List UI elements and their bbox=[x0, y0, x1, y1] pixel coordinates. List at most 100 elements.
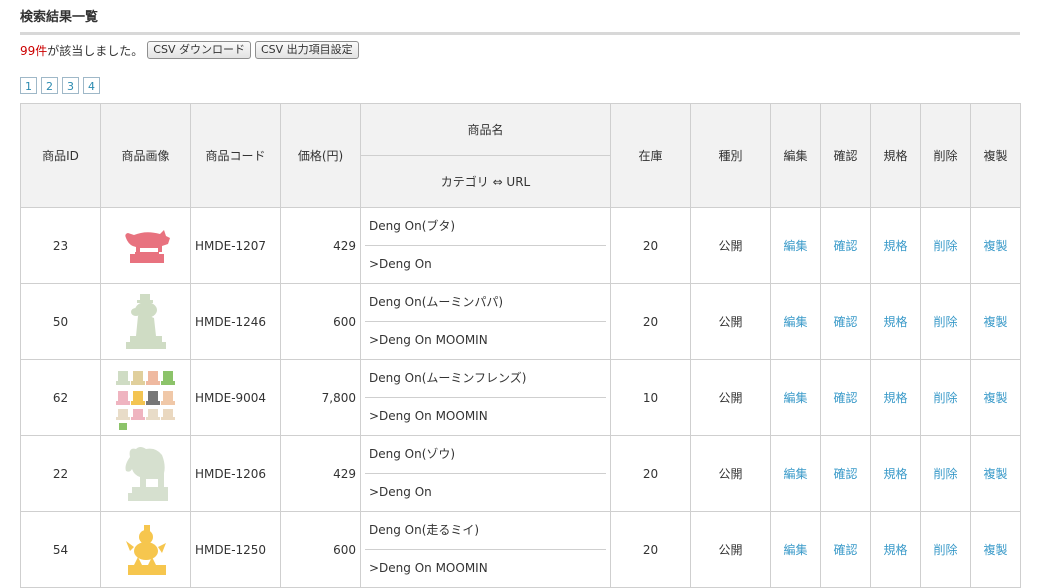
product-code: HMDE-1250 bbox=[190, 511, 281, 588]
product-code: HMDE-1206 bbox=[190, 435, 281, 512]
confirm-link[interactable]: 確認 bbox=[833, 391, 857, 405]
copy-link[interactable]: 複製 bbox=[983, 315, 1007, 329]
confirm-link[interactable]: 確認 bbox=[833, 239, 857, 253]
delete-link[interactable]: 削除 bbox=[933, 315, 957, 329]
copy-link[interactable]: 複製 bbox=[983, 467, 1007, 481]
delete-link[interactable]: 削除 bbox=[933, 543, 957, 557]
edit-link[interactable]: 編集 bbox=[783, 239, 807, 253]
edit-link[interactable]: 編集 bbox=[783, 467, 807, 481]
product-id: 62 bbox=[20, 359, 101, 436]
product-code: HMDE-1246 bbox=[190, 283, 281, 360]
product-image[interactable] bbox=[100, 435, 191, 512]
spec-link[interactable]: 規格 bbox=[883, 543, 907, 557]
col-header-spec: 規格 bbox=[870, 103, 921, 208]
col-header-copy: 複製 bbox=[970, 103, 1021, 208]
col-header-code: 商品コード bbox=[190, 103, 281, 208]
product-image[interactable] bbox=[100, 283, 191, 360]
product-stock: 20 bbox=[610, 283, 691, 360]
product-price: 429 bbox=[280, 435, 361, 512]
product-image[interactable] bbox=[100, 511, 191, 588]
product-id: 23 bbox=[20, 207, 101, 284]
csv-settings-button[interactable]: CSV 出力項目設定 bbox=[254, 41, 359, 59]
delete-link[interactable]: 削除 bbox=[933, 239, 957, 253]
product-name: Deng On(ゾウ) bbox=[365, 436, 606, 474]
col-header-type: 種別 bbox=[690, 103, 771, 208]
product-stock: 10 bbox=[610, 359, 691, 436]
csv-download-button[interactable]: CSV ダウンロード bbox=[147, 41, 251, 59]
table-row: 62 HMDE-9004 7,800 Deng On(ムーミンフレンズ) >De… bbox=[20, 359, 1021, 436]
product-stock: 20 bbox=[610, 435, 691, 512]
product-name: Deng On(走るミイ) bbox=[365, 512, 606, 550]
product-id: 54 bbox=[20, 511, 101, 588]
product-type: 公開 bbox=[690, 283, 771, 360]
result-count: 99件 bbox=[20, 43, 48, 58]
spec-link[interactable]: 規格 bbox=[883, 467, 907, 481]
col-header-price: 価格(円) bbox=[280, 103, 361, 208]
product-price: 7,800 bbox=[280, 359, 361, 436]
table-row: 23 HMDE-1207 429 Deng On(ブタ) >Deng On 20… bbox=[20, 207, 1021, 284]
delete-link[interactable]: 削除 bbox=[933, 467, 957, 481]
confirm-link[interactable]: 確認 bbox=[833, 543, 857, 557]
product-id: 50 bbox=[20, 283, 101, 360]
moominpapa-figure-icon bbox=[125, 293, 166, 349]
pagination: 1 2 3 4 bbox=[20, 77, 104, 94]
edit-link[interactable]: 編集 bbox=[783, 543, 807, 557]
edit-link[interactable]: 編集 bbox=[783, 315, 807, 329]
col-header-delete: 削除 bbox=[920, 103, 971, 208]
product-name: Deng On(ムーミンパパ) bbox=[365, 284, 606, 322]
product-name-cell: Deng On(ムーミンフレンズ) >Deng On MOOMIN bbox=[360, 359, 611, 436]
moomin-friends-set-icon bbox=[115, 370, 175, 430]
product-image[interactable] bbox=[100, 207, 191, 284]
page-link-1[interactable]: 1 bbox=[20, 77, 37, 94]
spec-link[interactable]: 規格 bbox=[883, 239, 907, 253]
product-stock: 20 bbox=[610, 511, 691, 588]
edit-link[interactable]: 編集 bbox=[783, 391, 807, 405]
product-name-cell: Deng On(走るミイ) >Deng On MOOMIN bbox=[360, 511, 611, 588]
product-name-cell: Deng On(ブタ) >Deng On bbox=[360, 207, 611, 284]
product-image[interactable] bbox=[100, 359, 191, 436]
result-suffix: が該当しました。 bbox=[47, 43, 144, 58]
product-name: Deng On(ムーミンフレンズ) bbox=[365, 360, 606, 398]
product-category: >Deng On MOOMIN bbox=[369, 333, 488, 347]
page-link-3[interactable]: 3 bbox=[62, 77, 79, 94]
page-link-4[interactable]: 4 bbox=[83, 77, 100, 94]
delete-link[interactable]: 削除 bbox=[933, 391, 957, 405]
product-type: 公開 bbox=[690, 359, 771, 436]
product-type: 公開 bbox=[690, 511, 771, 588]
product-name: Deng On(ブタ) bbox=[365, 208, 606, 246]
page-title: 検索結果一覧 bbox=[20, 6, 1020, 35]
confirm-link[interactable]: 確認 bbox=[833, 315, 857, 329]
elephant-figure-icon bbox=[125, 446, 168, 501]
page-link-2[interactable]: 2 bbox=[41, 77, 58, 94]
product-code: HMDE-9004 bbox=[190, 359, 281, 436]
table-row: 50 HMDE-1246 600 Deng On(ムーミンパパ) >Deng O… bbox=[20, 283, 1021, 360]
product-price: 600 bbox=[280, 511, 361, 588]
product-category: >Deng On MOOMIN bbox=[369, 561, 488, 575]
copy-link[interactable]: 複製 bbox=[983, 239, 1007, 253]
table-row: 22 HMDE-1206 429 Deng On(ゾウ) >Deng On 20… bbox=[20, 435, 1021, 512]
col-header-confirm: 確認 bbox=[820, 103, 871, 208]
product-name-cell: Deng On(ムーミンパパ) >Deng On MOOMIN bbox=[360, 283, 611, 360]
product-category: >Deng On MOOMIN bbox=[369, 409, 488, 423]
product-code: HMDE-1207 bbox=[190, 207, 281, 284]
col-header-edit: 編集 bbox=[770, 103, 821, 208]
copy-link[interactable]: 複製 bbox=[983, 543, 1007, 557]
product-category: >Deng On bbox=[369, 485, 432, 499]
pig-figure-icon bbox=[124, 229, 170, 263]
product-price: 429 bbox=[280, 207, 361, 284]
copy-link[interactable]: 複製 bbox=[983, 391, 1007, 405]
product-stock: 20 bbox=[610, 207, 691, 284]
spec-link[interactable]: 規格 bbox=[883, 391, 907, 405]
spec-link[interactable]: 規格 bbox=[883, 315, 907, 329]
product-price: 600 bbox=[280, 283, 361, 360]
col-header-name: 商品名 bbox=[360, 103, 611, 156]
product-id: 22 bbox=[20, 435, 101, 512]
col-header-stock: 在庫 bbox=[610, 103, 691, 208]
result-summary: 99件 が該当しました。 CSV ダウンロード CSV 出力項目設定 bbox=[20, 40, 359, 60]
col-header-category-url: カテゴリ ⇔ URL bbox=[360, 155, 611, 208]
col-header-id: 商品ID bbox=[20, 103, 101, 208]
table-row: 54 HMDE-1250 600 Deng On(走るミイ) >Deng On … bbox=[20, 511, 1021, 588]
product-category: >Deng On bbox=[369, 257, 432, 271]
confirm-link[interactable]: 確認 bbox=[833, 467, 857, 481]
product-type: 公開 bbox=[690, 435, 771, 512]
